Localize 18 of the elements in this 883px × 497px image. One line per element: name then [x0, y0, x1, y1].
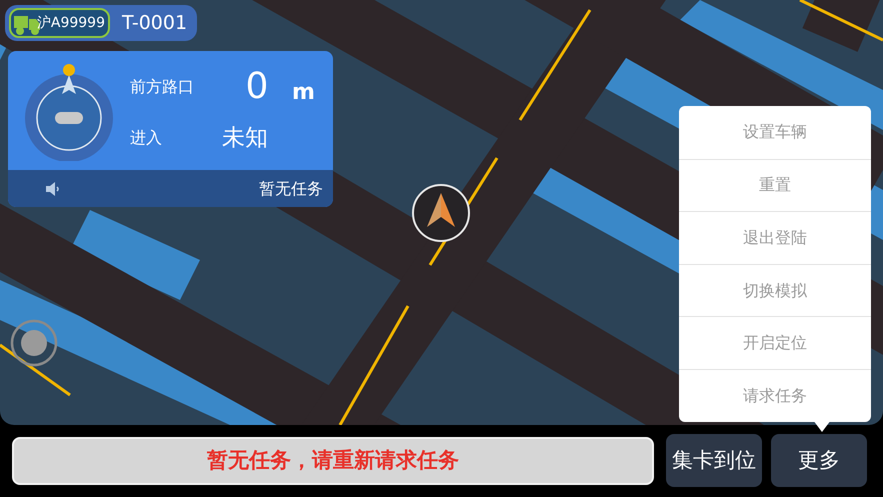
plate-number: 沪A99999 [36, 16, 105, 30]
distance-value: 0 [244, 69, 270, 106]
task-status: 暂无任务 [259, 178, 323, 200]
menu-item[interactable]: 开启定位 [679, 316, 871, 369]
enter-value: 未知 [222, 124, 268, 153]
action-button[interactable]: 集卡到位 [666, 434, 762, 487]
menu-item[interactable]: 退出登陆 [679, 211, 871, 264]
distance-unit: m [292, 78, 315, 107]
action-button[interactable]: 更多 [771, 434, 867, 487]
enter-label: 进入 [130, 127, 163, 149]
message-text: 暂无任务，请重新请求任务 [207, 446, 459, 474]
menu-item[interactable]: 重置 [679, 158, 871, 212]
joystick-icon[interactable] [10, 319, 58, 367]
menu-item[interactable]: 设置车辆 [679, 106, 871, 159]
vehicle-id: T-0001 [122, 10, 188, 36]
menu-item[interactable]: 请求任务 [679, 368, 871, 422]
ahead-label: 前方路口 [130, 76, 195, 98]
menu-item[interactable]: 切换模拟 [679, 264, 871, 316]
